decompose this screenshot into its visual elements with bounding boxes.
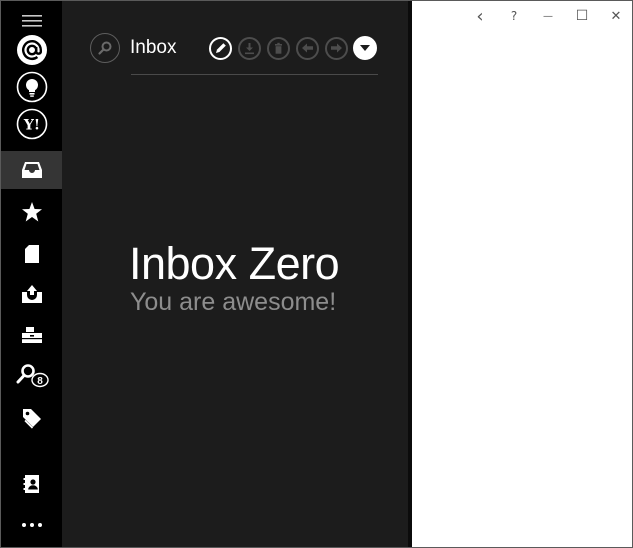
outbox-icon — [21, 285, 42, 303]
file-cabinet-icon — [21, 327, 42, 343]
maximize-button[interactable]: ☐ — [571, 5, 593, 27]
contacts-card-icon — [23, 475, 39, 493]
download-button[interactable] — [238, 37, 261, 60]
delete-button[interactable] — [267, 37, 290, 60]
sidebar-item-contacts[interactable] — [1, 465, 62, 503]
sidebar-item-drafts[interactable] — [1, 235, 62, 273]
forward-button[interactable] — [325, 37, 348, 60]
more-dots-icon — [21, 523, 42, 527]
star-icon — [21, 202, 42, 222]
sidebar-item-starred[interactable] — [1, 193, 62, 231]
download-icon — [245, 43, 254, 55]
account-outlook-button[interactable] — [1, 68, 62, 106]
sidebar-item-archive[interactable] — [1, 316, 62, 354]
folder-title: Inbox — [130, 37, 177, 58]
message-list-pane: Inbox Inbox Zero You are awesome! — [62, 1, 408, 547]
header-divider — [131, 74, 378, 75]
account-email-button[interactable] — [1, 31, 62, 69]
reading-pane: ‹ ? — ☐ ✕ — [412, 1, 632, 547]
search-badge-icon: 8 — [16, 364, 49, 388]
trash-icon — [275, 42, 282, 54]
help-button[interactable]: ? — [503, 5, 525, 27]
account-yahoo-button[interactable]: Y! — [1, 105, 62, 143]
lightbulb-account-icon — [16, 71, 47, 103]
back-button[interactable]: ‹ — [469, 5, 491, 27]
sidebar-item-saved-search[interactable]: 8 — [1, 357, 62, 395]
empty-state-subtitle: You are awesome! — [130, 288, 337, 316]
more-options-button[interactable] — [1, 506, 62, 544]
more-actions-button[interactable] — [353, 36, 377, 60]
document-icon — [24, 245, 39, 263]
close-button[interactable]: ✕ — [605, 5, 627, 27]
yahoo-glyph: Y! — [22, 118, 39, 134]
sidebar-item-inbox[interactable] — [1, 151, 62, 189]
reply-button[interactable] — [296, 37, 319, 60]
app-window: Y! 8 Inbox Inbox Zero You are awesome! ‹… — [0, 0, 633, 548]
minimize-button[interactable]: — — [537, 5, 559, 27]
reply-arrow-icon — [302, 43, 313, 53]
pencil-icon — [216, 43, 226, 53]
tag-icon — [22, 409, 41, 429]
sidebar-item-labels[interactable] — [1, 399, 62, 437]
email-at-account-icon — [16, 35, 47, 65]
navigation-rail: Y! 8 — [1, 1, 62, 547]
forward-arrow-icon — [331, 43, 342, 53]
search-icon — [98, 41, 112, 55]
empty-state-title: Inbox Zero — [129, 238, 340, 289]
dropdown-triangle-icon — [360, 45, 370, 51]
compose-button[interactable] — [209, 37, 232, 60]
yahoo-account-icon: Y! — [16, 108, 47, 140]
saved-search-count-badge: 8 — [37, 376, 43, 387]
inbox-tray-icon — [21, 162, 42, 178]
search-button[interactable] — [90, 33, 120, 63]
hamburger-menu-icon — [21, 15, 42, 27]
sidebar-item-sent[interactable] — [1, 275, 62, 313]
